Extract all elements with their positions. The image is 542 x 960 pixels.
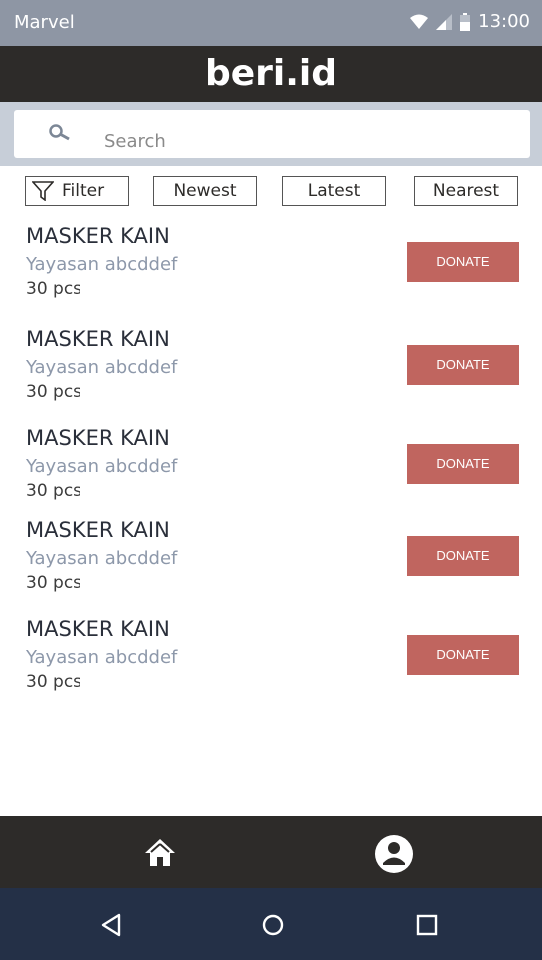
nearest-label: Nearest <box>432 181 500 201</box>
search-icon <box>49 124 70 141</box>
search-area <box>0 102 542 166</box>
donate-button[interactable]: DONATE <box>407 635 519 675</box>
list-item: MASKER KAIN Yayasan abcddef 30 pcs DONAT… <box>0 615 542 695</box>
item-name: MASKER KAIN <box>26 518 170 542</box>
latest-label: Latest <box>307 181 361 201</box>
signal-icon <box>436 13 453 30</box>
profile-nav-button[interactable] <box>374 834 414 874</box>
item-quantity: 30 pcs <box>26 481 80 501</box>
item-name: MASKER KAIN <box>26 426 170 450</box>
donate-button[interactable]: DONATE <box>407 345 519 385</box>
carrier-label: Marvel <box>14 12 75 33</box>
list-item: MASKER KAIN Yayasan abcddef 30 pcs DONAT… <box>0 222 542 302</box>
item-name: MASKER KAIN <box>26 617 170 641</box>
circle-home-icon <box>262 914 284 936</box>
item-name: MASKER KAIN <box>26 224 170 248</box>
list-item: MASKER KAIN Yayasan abcddef 30 pcs DONAT… <box>0 516 542 596</box>
status-time: 13:00 <box>478 11 530 32</box>
item-quantity: 30 pcs <box>26 573 80 593</box>
filter-label: Filter <box>62 181 105 201</box>
status-bar: Marvel 13:00 <box>0 0 542 46</box>
app-title: beri.id <box>204 53 338 94</box>
item-quantity: 30 pcs <box>26 279 80 299</box>
system-home-button[interactable] <box>258 910 288 940</box>
home-icon <box>145 839 175 866</box>
donate-button[interactable]: DONATE <box>407 444 519 484</box>
item-quantity: 30 pcs <box>26 382 80 402</box>
sort-latest-button[interactable]: Latest <box>282 176 386 206</box>
square-recents-icon <box>416 914 438 936</box>
item-name: MASKER KAIN <box>26 327 170 351</box>
bottom-nav <box>0 816 542 888</box>
item-organization: Yayasan abcddef <box>26 456 178 477</box>
battery-icon <box>460 12 471 31</box>
item-organization: Yayasan abcddef <box>26 548 178 569</box>
back-icon <box>101 913 121 937</box>
item-organization: Yayasan abcddef <box>26 357 178 378</box>
item-organization: Yayasan abcddef <box>26 647 178 668</box>
donate-button[interactable]: DONATE <box>407 242 519 282</box>
recents-button[interactable] <box>412 910 442 940</box>
status-icons: 13:00 <box>410 11 530 32</box>
item-organization: Yayasan abcddef <box>26 254 178 275</box>
filter-bar: Filter Newest Latest Nearest <box>0 176 542 206</box>
home-nav-button[interactable] <box>142 834 178 870</box>
search-box[interactable] <box>14 110 530 158</box>
filter-icon <box>32 181 54 201</box>
wifi-icon <box>410 14 429 29</box>
system-nav-bar <box>0 888 542 960</box>
donate-button[interactable]: DONATE <box>407 536 519 576</box>
app-header: beri.id <box>0 46 542 102</box>
item-quantity: 30 pcs <box>26 672 80 692</box>
search-input[interactable] <box>104 127 504 155</box>
back-button[interactable] <box>96 910 126 940</box>
profile-icon <box>375 835 413 873</box>
filter-button[interactable]: Filter <box>25 176 129 206</box>
sort-newest-button[interactable]: Newest <box>153 176 257 206</box>
newest-label: Newest <box>173 181 237 201</box>
list-item: MASKER KAIN Yayasan abcddef 30 pcs DONAT… <box>0 424 542 504</box>
sort-nearest-button[interactable]: Nearest <box>414 176 518 206</box>
list-item: MASKER KAIN Yayasan abcddef 30 pcs DONAT… <box>0 325 542 405</box>
